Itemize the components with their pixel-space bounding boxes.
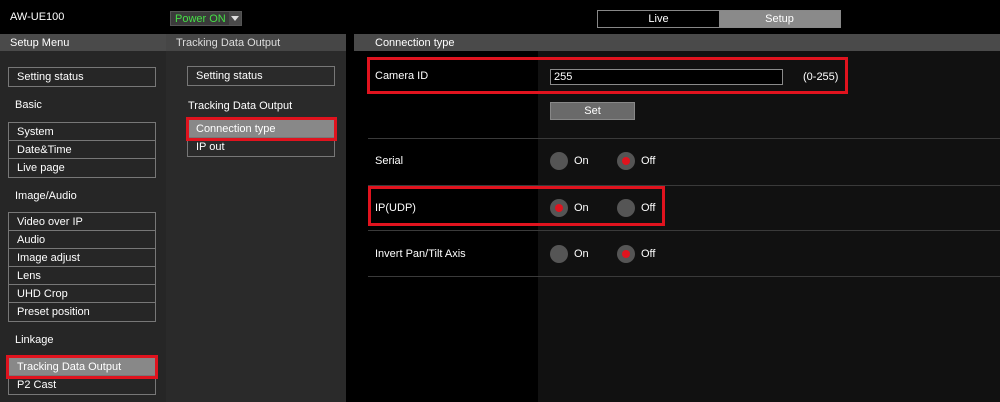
radio-label: Off <box>641 202 656 214</box>
camera-model: AW-UE100 <box>10 11 65 23</box>
menu-date-time[interactable]: Date&Time <box>9 141 155 159</box>
power-dropdown[interactable]: Power ON <box>170 11 242 26</box>
serial-label: Serial <box>375 155 404 167</box>
divider <box>368 276 1000 277</box>
section-basic: Basic <box>15 99 42 111</box>
menu-preset-position[interactable]: Preset position <box>9 303 155 321</box>
content-title: Connection type <box>354 34 1000 51</box>
menu-uhd-crop[interactable]: UHD Crop <box>9 285 155 303</box>
submenu-connection-type[interactable]: Connection type <box>188 120 334 138</box>
invert-off-radio[interactable]: Off <box>617 245 655 263</box>
radio-icon <box>550 152 568 170</box>
radio-label: On <box>574 202 589 214</box>
ip-udp-label: IP(UDP) <box>375 202 416 214</box>
submenu-title: Tracking Data Output <box>166 34 346 51</box>
divider <box>368 185 1000 186</box>
column-gap <box>346 34 354 402</box>
label-column <box>354 51 538 402</box>
basic-group: System Date&Time Live page <box>8 122 156 178</box>
submenu-setting-status-box: Setting status <box>187 66 335 86</box>
menu-p2-cast[interactable]: P2 Cast <box>9 376 155 394</box>
menu-video-over-ip[interactable]: Video over IP <box>9 213 155 231</box>
power-status: Power ON <box>175 12 226 25</box>
menu-setting-status[interactable]: Setting status <box>9 68 155 86</box>
submenu-group: Connection type IP out <box>187 119 335 157</box>
ip-udp-on-radio[interactable]: On <box>550 199 589 217</box>
live-tab[interactable]: Live <box>598 11 719 27</box>
setup-menu-title: Setup Menu <box>0 34 166 51</box>
submenu-setting-status[interactable]: Setting status <box>188 67 334 85</box>
section-linkage: Linkage <box>15 334 54 346</box>
submenu-panel: Tracking Data Output Setting status Trac… <box>166 34 346 402</box>
setup-tab[interactable]: Setup <box>719 11 840 27</box>
menu-image-adjust[interactable]: Image adjust <box>9 249 155 267</box>
camera-id-input[interactable] <box>550 69 783 85</box>
invert-label: Invert Pan/Tilt Axis <box>375 248 466 260</box>
radio-selected-icon <box>617 245 635 263</box>
menu-live-page[interactable]: Live page <box>9 159 155 177</box>
radio-icon <box>617 199 635 217</box>
radio-icon <box>550 245 568 263</box>
radio-label: On <box>574 248 589 260</box>
image-audio-group: Video over IP Audio Image adjust Lens UH… <box>8 212 156 322</box>
setup-menu: Setup Menu Setting status Basic System D… <box>0 34 166 402</box>
setting-status-box: Setting status <box>8 67 156 87</box>
menu-lens[interactable]: Lens <box>9 267 155 285</box>
submenu-section: Tracking Data Output <box>188 100 293 112</box>
radio-selected-icon <box>550 199 568 217</box>
mode-switch: Live Setup <box>597 10 841 28</box>
camera-id-range: (0-255) <box>803 71 839 83</box>
serial-off-radio[interactable]: Off <box>617 152 655 170</box>
menu-audio[interactable]: Audio <box>9 231 155 249</box>
chevron-down-icon[interactable] <box>229 12 241 25</box>
invert-on-radio[interactable]: On <box>550 245 589 263</box>
submenu-ip-out[interactable]: IP out <box>188 138 334 156</box>
camera-id-label: Camera ID <box>375 70 429 82</box>
set-button[interactable]: Set <box>550 102 635 120</box>
radio-label: Off <box>641 248 656 260</box>
radio-label: On <box>574 155 589 167</box>
linkage-group: Tracking Data Output P2 Cast <box>8 357 156 395</box>
menu-tracking-data-output[interactable]: Tracking Data Output <box>9 358 155 376</box>
menu-system[interactable]: System <box>9 123 155 141</box>
content-panel: Connection type Camera ID (0-255) Set Se… <box>354 34 1000 402</box>
divider <box>368 230 1000 231</box>
serial-on-radio[interactable]: On <box>550 152 589 170</box>
top-bar: AW-UE100 Power ON Live Setup <box>0 0 1000 34</box>
divider <box>368 138 1000 139</box>
radio-label: Off <box>641 155 656 167</box>
radio-selected-icon <box>617 152 635 170</box>
ip-udp-off-radio[interactable]: Off <box>617 199 655 217</box>
section-image-audio: Image/Audio <box>15 190 77 202</box>
